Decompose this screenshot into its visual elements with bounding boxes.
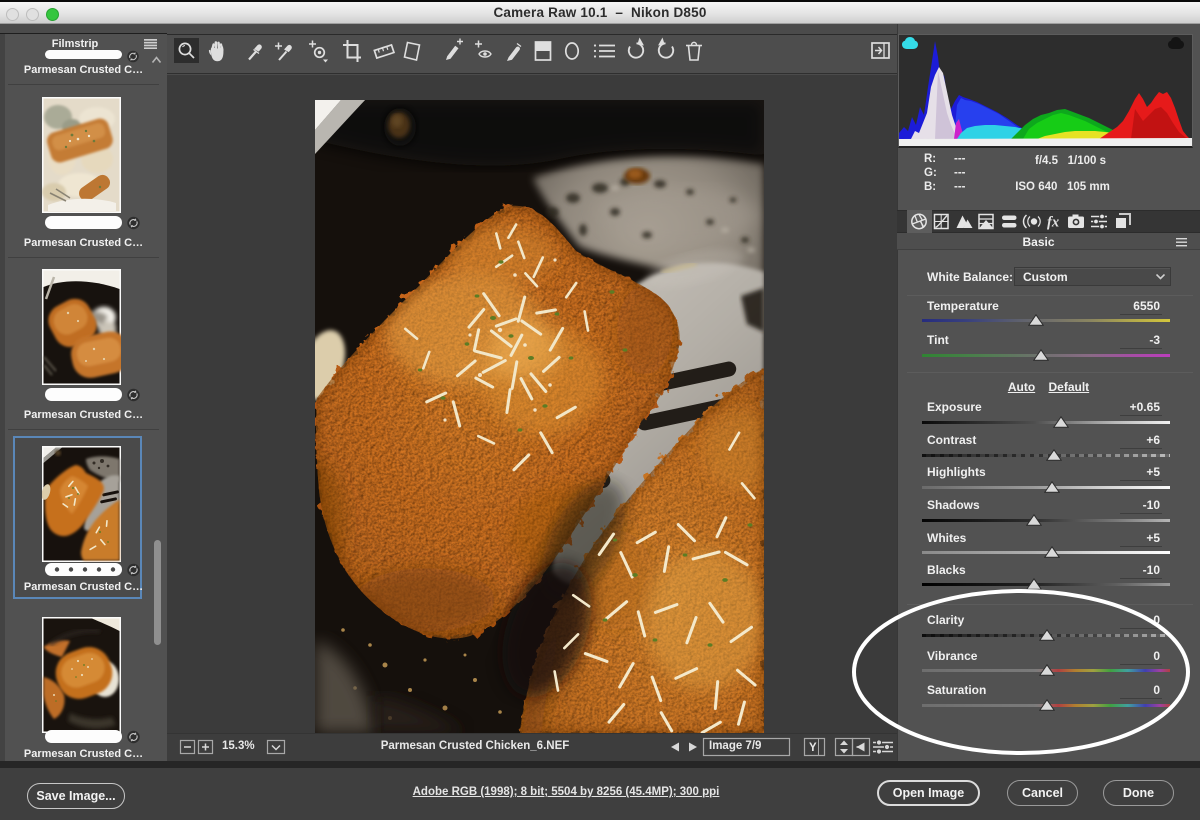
svg-text:Y: Y — [809, 742, 817, 754]
svg-text:fx: fx — [1047, 215, 1059, 231]
